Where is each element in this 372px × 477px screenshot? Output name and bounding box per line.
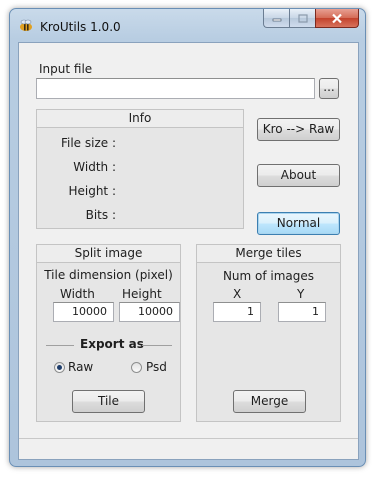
status-bar bbox=[19, 438, 358, 459]
merge-x-label: X bbox=[233, 287, 242, 301]
input-file-label: Input file bbox=[39, 62, 93, 76]
maximize-icon bbox=[297, 13, 308, 23]
maximize-button[interactable] bbox=[289, 9, 315, 28]
tile-width-input[interactable]: 10000 bbox=[53, 302, 114, 322]
merge-x-input[interactable]: 1 bbox=[213, 302, 261, 322]
raw-radio-label[interactable]: Raw bbox=[68, 360, 93, 374]
info-panel: Info File size : Width : Height : Bits : bbox=[36, 109, 244, 229]
bits-label: Bits : bbox=[85, 208, 116, 222]
browse-button[interactable]: ... bbox=[319, 78, 339, 99]
num-images-label: Num of images bbox=[222, 269, 315, 283]
merge-tiles-panel: Merge tiles Num of images X Y 1 1 Merge bbox=[196, 244, 341, 422]
minimize-icon bbox=[272, 18, 281, 22]
normal-button[interactable]: Normal bbox=[257, 212, 340, 235]
psd-radio[interactable] bbox=[131, 362, 142, 373]
tile-dimension-label: Tile dimension (pixel) bbox=[44, 268, 173, 282]
merge-y-input[interactable]: 1 bbox=[278, 302, 326, 322]
window-controls bbox=[263, 9, 359, 29]
export-separator-left bbox=[46, 345, 74, 346]
tile-height-label: Height bbox=[122, 287, 162, 301]
export-separator-right bbox=[142, 345, 172, 346]
close-icon bbox=[332, 13, 342, 23]
title-bar[interactable]: KroUtils 1.0.0 bbox=[10, 9, 365, 43]
psd-radio-label[interactable]: Psd bbox=[146, 360, 167, 374]
kro-to-raw-button[interactable]: Kro --> Raw bbox=[257, 118, 340, 141]
input-file-field[interactable] bbox=[36, 78, 315, 99]
merge-button[interactable]: Merge bbox=[233, 390, 306, 413]
file-size-label: File size : bbox=[60, 136, 116, 150]
about-button[interactable]: About bbox=[257, 164, 340, 187]
tile-height-input[interactable]: 10000 bbox=[119, 302, 180, 322]
split-image-title: Split image bbox=[37, 245, 180, 263]
info-panel-title: Info bbox=[37, 110, 243, 128]
minimize-button[interactable] bbox=[263, 9, 289, 28]
client-area: Input file ... Info File size : Width : … bbox=[18, 42, 359, 460]
split-image-panel: Split image Tile dimension (pixel) Width… bbox=[36, 244, 181, 422]
raw-radio-dot bbox=[57, 365, 62, 370]
height-label: Height : bbox=[68, 184, 116, 198]
window-title: KroUtils 1.0.0 bbox=[40, 20, 121, 34]
bee-icon bbox=[20, 19, 32, 31]
main-window: KroUtils 1.0.0 Input file ... Info File … bbox=[9, 8, 366, 467]
raw-radio[interactable] bbox=[54, 362, 65, 373]
merge-y-label: Y bbox=[297, 287, 305, 301]
width-label: Width : bbox=[73, 160, 116, 174]
close-button[interactable] bbox=[315, 9, 359, 28]
export-as-label: Export as bbox=[80, 337, 144, 351]
merge-tiles-title: Merge tiles bbox=[197, 245, 340, 263]
tile-button[interactable]: Tile bbox=[72, 390, 145, 413]
tile-width-label: Width bbox=[60, 287, 95, 301]
